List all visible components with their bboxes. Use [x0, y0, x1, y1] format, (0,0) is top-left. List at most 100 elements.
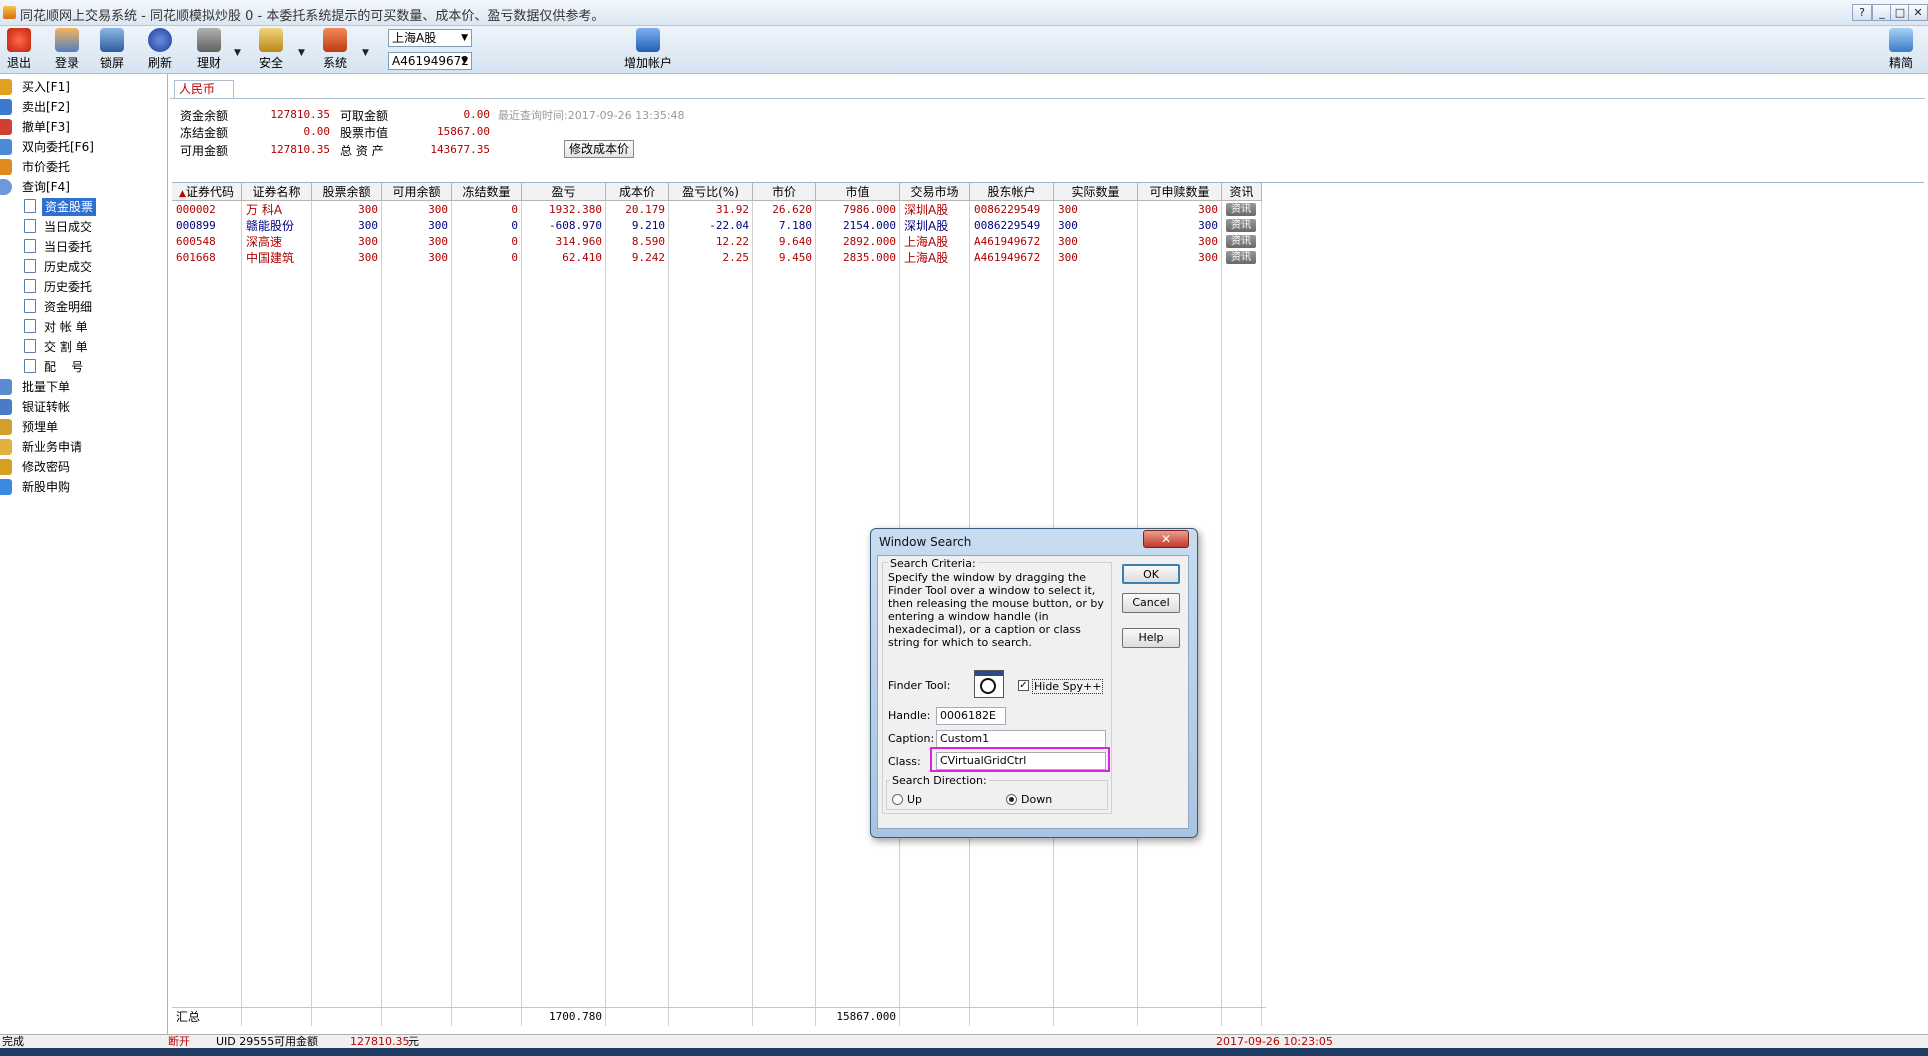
column-header-market[interactable]: 交易市场: [900, 183, 970, 201]
login-button[interactable]: 登录: [50, 28, 84, 72]
grid-line: [521, 201, 522, 1026]
title-bar: 同花顺网上交易系统 - 同花顺模拟炒股 0 - 本委托系统提示的可买数量、成本价…: [0, 0, 1928, 26]
users-icon: [55, 28, 79, 52]
cell-market: 上海A股: [904, 235, 949, 249]
maximize-button[interactable]: □: [1890, 4, 1910, 21]
cell-redeem: 300: [1198, 219, 1218, 232]
cell-available: 300: [428, 235, 448, 248]
grid-line: [605, 201, 606, 1026]
dialog-close-button[interactable]: ✕: [1143, 530, 1189, 548]
finder-tool[interactable]: [974, 670, 1004, 698]
frozen-value: 0.00: [303, 125, 331, 138]
market-select[interactable]: 上海A股 ▼: [388, 29, 472, 47]
class-label: Class:: [888, 755, 921, 768]
key-icon: [0, 459, 12, 475]
column-header-holder[interactable]: 股东帐户: [970, 183, 1054, 201]
class-input[interactable]: CVirtualGridCtrl: [936, 752, 1106, 770]
info-button[interactable]: 资讯: [1226, 251, 1256, 264]
compact-mode-button[interactable]: 精简: [1884, 28, 1918, 72]
cell-available: 300: [428, 219, 448, 232]
help-icon[interactable]: ?: [1852, 4, 1872, 21]
hide-spy-checkbox[interactable]: ✓: [1018, 680, 1029, 691]
lock-screen-button[interactable]: 锁屏: [96, 28, 128, 72]
column-header-pnl[interactable]: 盈亏: [522, 183, 606, 201]
column-header-cost[interactable]: 成本价: [606, 183, 669, 201]
column-header-actual[interactable]: 实际数量: [1054, 183, 1138, 201]
system-dropdown-icon[interactable]: ▼: [362, 48, 369, 58]
column-header-value[interactable]: 市值: [816, 183, 900, 201]
refresh-icon: [148, 28, 172, 52]
exit-button[interactable]: 退出: [4, 28, 34, 72]
cell-holder: 0086229549: [974, 219, 1041, 232]
column-header-code[interactable]: ▲证券代码: [172, 183, 242, 201]
column-header-redeem[interactable]: 可申赎数量: [1138, 183, 1222, 201]
cell-balance: 300: [358, 219, 378, 232]
close-button[interactable]: ✕: [1908, 4, 1928, 21]
status-bar: 完成 断开 UID 29555 可用金额 127810.35 元 2017-09…: [0, 1034, 1928, 1049]
exit-icon: [7, 28, 31, 52]
cell-value: 7986.000: [843, 203, 896, 216]
column-header-available[interactable]: 可用余额: [382, 183, 452, 201]
cell-cost: 20.179: [625, 203, 665, 216]
caption-input[interactable]: Custom1: [936, 730, 1106, 748]
balance-value: 127810.35: [270, 108, 330, 121]
grid-line: [311, 201, 312, 1026]
modify-cost-button[interactable]: 修改成本价: [564, 140, 634, 158]
system-button[interactable]: 系统: [318, 28, 352, 72]
document-icon: [24, 199, 36, 213]
column-header-balance[interactable]: 股票余额: [312, 183, 382, 201]
cell-name: 赣能股份: [246, 219, 295, 233]
handle-input[interactable]: 0006182E: [936, 707, 1006, 725]
security-dropdown-icon[interactable]: ▼: [298, 48, 305, 58]
chevron-down-icon: ▼: [461, 56, 468, 66]
up-radio[interactable]: [892, 794, 903, 805]
refresh-button[interactable]: 刷新: [144, 28, 176, 72]
withdrawable-value: 0.00: [463, 108, 491, 121]
finder-titlebar: [975, 671, 1003, 676]
document-icon: [24, 359, 36, 373]
cell-frozen: 0: [511, 203, 518, 216]
toolbar: 退出 登录 锁屏 刷新 理财 ▼ 安全 ▼ 系统 ▼ 上海A股 ▼ A461949…: [0, 26, 1928, 74]
available-label: 可用金额: [180, 144, 229, 158]
cell-value: 2892.000: [843, 235, 896, 248]
preset-order-icon: [0, 419, 12, 435]
window-title: 同花顺网上交易系统 - 同花顺模拟炒股 0 - 本委托系统提示的可买数量、成本价…: [20, 9, 605, 24]
finance-dropdown-icon[interactable]: ▼: [234, 48, 241, 58]
pencil-icon: [0, 439, 12, 455]
status-datetime: 2017-09-26 10:23:05: [1216, 1035, 1333, 1048]
account-select[interactable]: A461949672 ▼: [388, 52, 472, 70]
withdrawable-label: 可取金额: [340, 109, 389, 123]
cell-pnl: 1932.380: [549, 203, 602, 216]
cell-pnl-pct: 12.22: [715, 235, 749, 248]
status-available-label: 可用金额: [274, 1035, 318, 1048]
finance-button[interactable]: 理财: [192, 28, 226, 72]
cell-redeem: 300: [1198, 235, 1218, 248]
info-button[interactable]: 资讯: [1226, 219, 1256, 232]
security-button[interactable]: 安全: [254, 28, 288, 72]
cell-cost: 9.210: [631, 219, 665, 232]
down-radio[interactable]: [1006, 794, 1017, 805]
summary-label: 汇总: [176, 1010, 201, 1024]
column-header-name[interactable]: 证券名称: [242, 183, 312, 201]
finance-icon: [197, 28, 221, 52]
minimize-button[interactable]: _: [1872, 4, 1892, 21]
info-button[interactable]: 资讯: [1226, 203, 1256, 216]
column-header-frozen[interactable]: 冻结数量: [452, 183, 522, 201]
column-header-info[interactable]: 资讯: [1222, 183, 1262, 201]
summary-pnl: 1700.780: [549, 1010, 602, 1023]
add-account-button[interactable]: 增加帐户: [620, 28, 676, 72]
cancel-button[interactable]: Cancel: [1122, 593, 1180, 613]
info-button[interactable]: 资讯: [1226, 235, 1256, 248]
tab-rmb[interactable]: 人民币: [174, 80, 235, 98]
document-icon: [24, 319, 36, 333]
column-header-price[interactable]: 市价: [753, 183, 816, 201]
caption-label: Caption:: [888, 732, 935, 745]
help-button[interactable]: Help: [1122, 628, 1180, 648]
app-icon: [3, 6, 16, 19]
cell-cost: 8.590: [631, 235, 665, 248]
ok-button[interactable]: OK: [1122, 564, 1180, 584]
column-header-pnl-pct[interactable]: 盈亏比(%): [669, 183, 753, 201]
grid-line: [815, 201, 816, 1026]
grid-line: [241, 201, 242, 1026]
cell-balance: 300: [358, 235, 378, 248]
